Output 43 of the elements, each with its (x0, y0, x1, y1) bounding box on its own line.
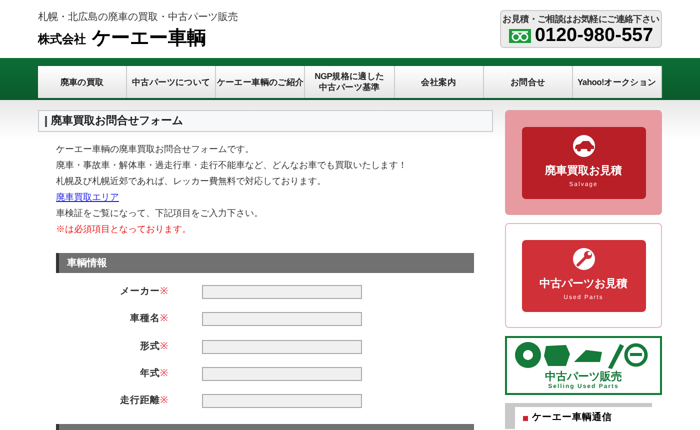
intro-text: 車検証をご覧になって、下記項目をご入力下さい。 (56, 207, 264, 220)
text-field[interactable] (202, 394, 362, 408)
intro-text: 札幌及び札幌近郊であれば、レッカー費無料で対応しております。 (56, 175, 327, 188)
contact-label: お見積・ご相談はお気軽にご連絡下さい (502, 12, 660, 26)
intro-text: ケーエー車輌の廃車買取お問合せフォームです。 (56, 143, 255, 156)
field-label: 走行距離 (120, 394, 160, 408)
field-label: 形式 (140, 340, 160, 354)
area-link[interactable]: 廃車買取エリア (56, 191, 119, 204)
required-mark: ※ (160, 340, 168, 354)
field-label: メーカー (120, 285, 160, 299)
required-mark: ※ (160, 285, 168, 299)
car-icon (572, 140, 594, 152)
intro-text: 廃車・事故車・解体車・過走行車・走行不能車など、どんなお車でも買取いたします！ (56, 159, 408, 172)
nav-item[interactable]: Yahoo!オークション (572, 66, 662, 98)
nav-item[interactable]: ケーエー車輌のご紹介 (216, 66, 306, 98)
free-dial-icon (508, 28, 531, 43)
banner-title: 中古パーツお見積 (540, 276, 628, 292)
tagline: 札幌・北広島の廃車の買取・中古パーツ販売 (38, 10, 238, 25)
form-title: 廃車買取お問合せフォーム (51, 112, 183, 129)
required-mark: ※ (160, 394, 168, 408)
nav-item[interactable]: お問合せ (484, 66, 573, 98)
text-field[interactable] (202, 285, 362, 300)
banner-title: 中古パーツ販売 (545, 372, 622, 382)
company-name: ケーエー車輌 (92, 29, 206, 48)
nav-item[interactable]: 中古パーツについて (127, 66, 216, 98)
banner-title: 廃車買取お見積 (545, 164, 622, 179)
nav-item[interactable]: 会社案内 (394, 66, 484, 98)
text-field[interactable] (202, 312, 362, 326)
required-note: ※は必須項目となっております。 (56, 223, 192, 236)
company-prefix: 株式会社 (38, 31, 86, 48)
field-label: 年式 (140, 366, 160, 381)
section-title: 車輌情報 (67, 256, 107, 270)
field-label: 車種名 (130, 312, 160, 326)
news-title: ケーエー車輌通信 (532, 410, 612, 425)
nav-item[interactable]: 廃車の買取 (38, 66, 128, 98)
nav-item[interactable]: NGP規格に適した 中古パーツ基準 (305, 66, 395, 98)
title-marker (45, 116, 47, 126)
bullet-icon (523, 416, 528, 420)
phone-number: 0120-980-557 (534, 26, 654, 46)
text-field[interactable] (202, 340, 362, 354)
required-mark: ※ (160, 366, 168, 381)
required-mark: ※ (160, 312, 168, 326)
text-field[interactable] (202, 366, 362, 381)
